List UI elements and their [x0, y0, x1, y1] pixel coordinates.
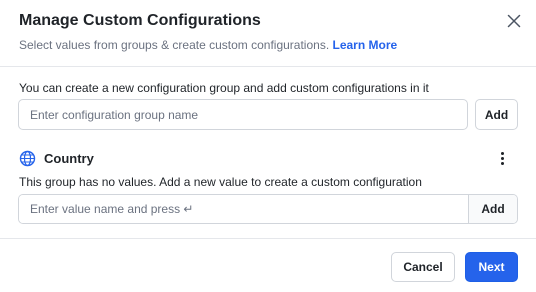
group-empty-message: This group has no values. Add a new valu…: [19, 175, 422, 189]
dialog-footer: Cancel Next: [0, 238, 536, 292]
value-input-group: Add: [18, 194, 518, 224]
dialog-subtitle-text: Select values from groups & create custo…: [19, 38, 330, 52]
close-icon[interactable]: [505, 12, 523, 30]
new-group-instruction: You can create a new configuration group…: [19, 81, 429, 95]
globe-icon: [19, 150, 36, 167]
dialog-title: Manage Custom Configurations: [19, 12, 261, 29]
dialog-header: Manage Custom Configurations Select valu…: [0, 0, 536, 67]
more-vertical-icon[interactable]: [495, 149, 509, 169]
cancel-button[interactable]: Cancel: [391, 252, 455, 282]
value-name-input[interactable]: [19, 195, 469, 223]
group-name-input[interactable]: [18, 99, 468, 130]
manage-configurations-dialog: Manage Custom Configurations Select valu…: [0, 0, 536, 292]
learn-more-link[interactable]: Learn More: [333, 38, 398, 52]
add-value-button[interactable]: Add: [469, 195, 517, 223]
add-group-button[interactable]: Add: [475, 99, 518, 130]
dialog-subtitle: Select values from groups & create custo…: [19, 38, 397, 52]
dialog-body: You can create a new configuration group…: [0, 67, 536, 238]
group-name: Country: [44, 151, 94, 166]
next-button[interactable]: Next: [465, 252, 518, 282]
group-header-country: Country: [19, 149, 519, 169]
